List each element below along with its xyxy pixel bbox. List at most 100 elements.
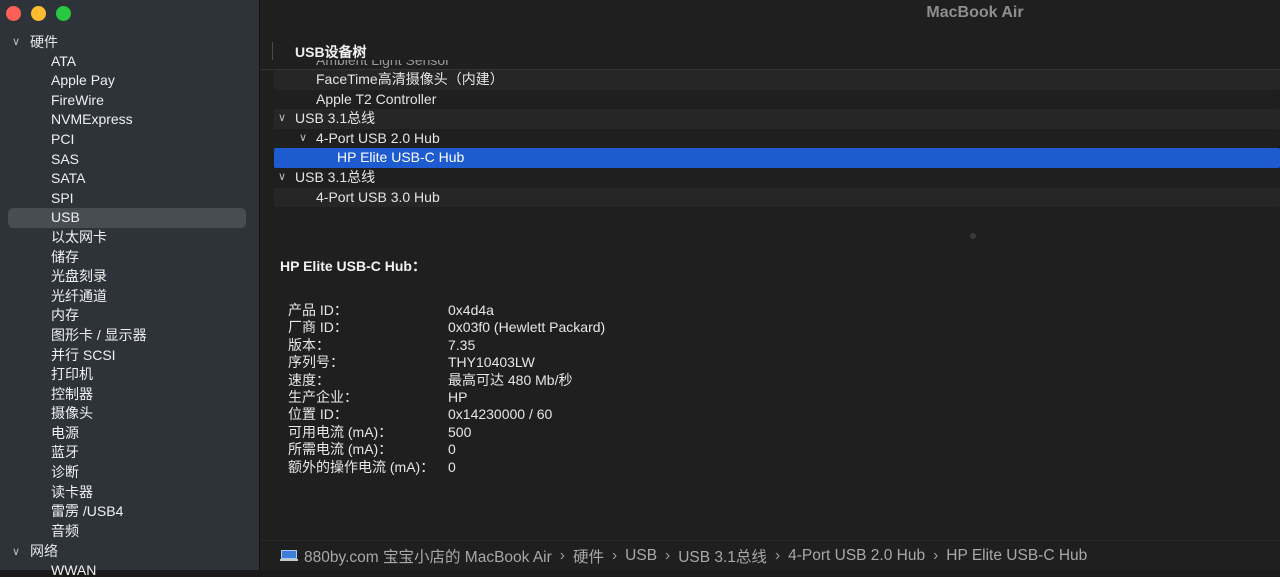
sidebar-item-label: 蓝牙	[51, 444, 79, 461]
tree-row[interactable]: Apple T2 Controller	[274, 90, 1280, 110]
property-row: 额外的操作电流 (mA)： 0	[280, 459, 1260, 476]
property-key: 速度：	[288, 371, 330, 388]
sidebar-item-label: 音频	[51, 522, 79, 539]
sidebar-group-header[interactable]: ∨ 网络	[0, 541, 259, 561]
chevron-down-icon[interactable]: ∨	[12, 545, 24, 558]
tree-row-label: Ambient Light Sensor	[316, 60, 450, 68]
chevron-down-icon[interactable]: ∨	[12, 35, 24, 48]
tree-row[interactable]: ∨ USB 3.1总线	[274, 168, 1280, 188]
breadcrumb-item[interactable]: 硬件	[573, 545, 604, 567]
chevron-down-icon[interactable]: ∨	[278, 168, 286, 188]
tree-row[interactable]: ∨ USB 3.1总线	[274, 109, 1280, 129]
property-value: 500	[448, 423, 472, 440]
sidebar-item-label: NVMExpress	[51, 111, 133, 128]
tree-column-title[interactable]: USB设备树	[295, 42, 367, 62]
sidebar-item[interactable]: 雷雳 /USB4	[0, 502, 259, 522]
tree-row[interactable]: Ambient Light Sensor	[274, 60, 1280, 70]
sidebar-item[interactable]: 读卡器	[0, 483, 259, 503]
close-button[interactable]	[6, 6, 21, 21]
property-value: 0	[448, 458, 456, 475]
zoom-button[interactable]	[56, 6, 71, 21]
breadcrumb-item[interactable]: USB	[625, 547, 657, 565]
tree-row-label: USB 3.1总线	[295, 168, 376, 185]
sidebar-group-label: 硬件	[30, 33, 58, 50]
property-row: 版本： 7.35	[280, 337, 1260, 354]
sidebar-item[interactable]: Apple Pay	[0, 71, 259, 91]
sidebar-item[interactable]: 电源	[0, 424, 259, 444]
sidebar-item[interactable]: PCI	[0, 130, 259, 150]
property-row: 可用电流 (mA)： 500	[280, 424, 1260, 441]
sidebar-item[interactable]: 摄像头	[0, 404, 259, 424]
tree-row[interactable]: ∨ 4-Port USB 2.0 Hub	[274, 129, 1280, 149]
tree-header: USB设备树	[260, 40, 1280, 62]
sidebar-item[interactable]: 以太网卡	[0, 228, 259, 248]
sidebar-item[interactable]: 并行 SCSI	[0, 346, 259, 366]
sidebar-item[interactable]: 诊断	[0, 463, 259, 483]
chevron-right-icon: ›	[774, 547, 781, 564]
detail-panel: HP Elite USB-C Hub： 产品 ID： 0x4d4a 厂商 ID： 0x…	[280, 256, 1260, 476]
sidebar-item-label: SPI	[51, 189, 74, 206]
sidebar-item-label: 图形卡 / 显示器	[51, 326, 147, 343]
property-row: 产品 ID： 0x4d4a	[280, 302, 1260, 319]
sidebar-item-label: 打印机	[51, 366, 93, 383]
sidebar-item[interactable]: FireWire	[0, 91, 259, 111]
sidebar-item[interactable]: 光盘刻录	[0, 267, 259, 287]
sidebar-item-label: ATA	[51, 52, 77, 69]
sidebar-item[interactable]: 音频	[0, 522, 259, 542]
sidebar-item-label: 光盘刻录	[51, 268, 107, 285]
property-key: 版本：	[288, 336, 330, 353]
sidebar-item-label: 储存	[51, 248, 79, 265]
sidebar-item-label: 电源	[51, 424, 79, 441]
sidebar-item-label: 摄像头	[51, 405, 93, 422]
sidebar-item-label: 读卡器	[51, 483, 93, 500]
tree-row[interactable]: FaceTime高清摄像头（内建）	[274, 70, 1280, 90]
usb-device-tree[interactable]: Ambient Light Sensor FaceTime高清摄像头（内建） App…	[274, 60, 1280, 220]
tree-row-selected[interactable]: HP Elite USB-C Hub	[274, 148, 1280, 168]
property-key: 可用电流 (mA)：	[288, 423, 393, 440]
window-bottom-edge	[0, 570, 1280, 577]
tree-row-label: USB 3.1总线	[295, 110, 376, 127]
property-value: HP	[448, 388, 468, 405]
breadcrumb-item[interactable]: 4-Port USB 2.0 Hub	[788, 547, 925, 565]
breadcrumb-item[interactable]: 880by.com 宝宝小店的 MacBook Air	[304, 545, 552, 567]
sidebar-item[interactable]: SPI	[0, 189, 259, 209]
sidebar-item[interactable]: 图形卡 / 显示器	[0, 326, 259, 346]
property-value: 7.35	[448, 336, 476, 353]
property-list: 产品 ID： 0x4d4a 厂商 ID： 0x03f0 (Hewlett Packar…	[280, 302, 1260, 476]
sidebar-group-header[interactable]: ∨ 硬件	[0, 32, 259, 52]
chevron-down-icon[interactable]: ∨	[278, 109, 286, 129]
sidebar-item[interactable]: NVMExpress	[0, 110, 259, 130]
property-key: 额外的操作电流 (mA)：	[288, 458, 435, 475]
scroll-indicator[interactable]	[970, 233, 976, 239]
property-value: THY10403LW	[448, 354, 535, 371]
sidebar-item[interactable]: 内存	[0, 306, 259, 326]
sidebar-item[interactable]: 蓝牙	[0, 443, 259, 463]
sidebar-item[interactable]: 储存	[0, 248, 259, 268]
property-key: 产品 ID：	[288, 302, 348, 318]
minimize-button[interactable]	[31, 6, 46, 21]
property-value: 0x14230000 / 60	[448, 406, 553, 423]
sidebar-item-label: 光纤通道	[51, 287, 107, 304]
tree-row-label: 4-Port USB 2.0 Hub	[316, 129, 440, 146]
sidebar-item-label: 诊断	[51, 464, 79, 481]
sidebar-item[interactable]: 打印机	[0, 365, 259, 385]
sidebar-group-label: 网络	[30, 543, 58, 560]
sidebar-item[interactable]: USB	[0, 208, 259, 228]
sidebar-item[interactable]: 控制器	[0, 385, 259, 405]
chevron-down-icon[interactable]: ∨	[299, 129, 307, 149]
property-row: 速度： 最高可达 480 Mb/秒	[280, 372, 1260, 389]
tree-row-label: 4-Port USB 3.0 Hub	[316, 188, 440, 205]
breadcrumb-item[interactable]: USB 3.1总线	[678, 545, 767, 567]
tree-row[interactable]: 4-Port USB 3.0 Hub	[274, 187, 1280, 208]
property-row: 厂商 ID： 0x03f0 (Hewlett Packard)	[280, 319, 1260, 336]
property-value: 最高可达 480 Mb/秒	[448, 371, 573, 388]
breadcrumb-item[interactable]: HP Elite USB-C Hub	[946, 547, 1087, 565]
sidebar-item-label: 雷雳 /USB4	[51, 503, 124, 520]
sidebar-item[interactable]: ATA	[0, 52, 259, 72]
property-key: 所需电流 (mA)：	[288, 441, 393, 458]
sidebar-item[interactable]: 光纤通道	[0, 287, 259, 307]
column-divider[interactable]	[272, 42, 273, 60]
sidebar-item[interactable]: SATA	[0, 169, 259, 189]
tree-row-label: HP Elite USB-C Hub	[337, 149, 465, 166]
sidebar-item[interactable]: SAS	[0, 150, 259, 170]
